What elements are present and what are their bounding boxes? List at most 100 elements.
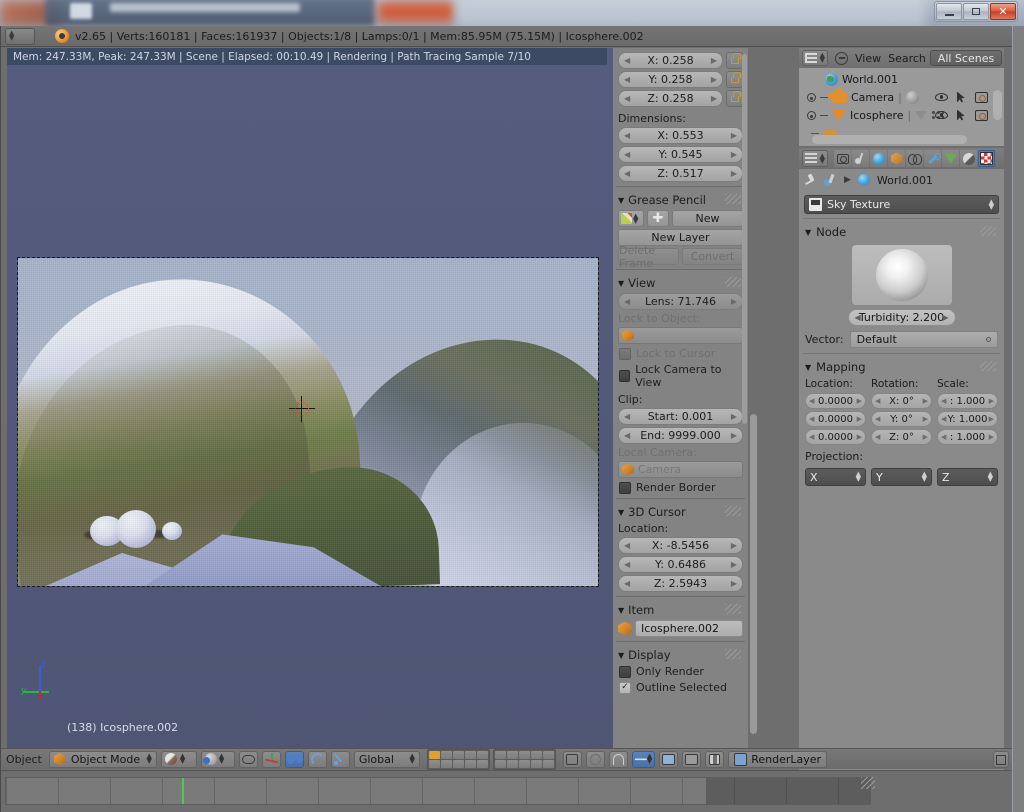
layer-cell[interactable] xyxy=(530,759,542,768)
layer-group-second[interactable] xyxy=(492,748,556,770)
layer-cell[interactable] xyxy=(518,750,530,759)
increment-arrow-icon[interactable]: ▶ xyxy=(711,94,717,103)
viewport-shading-select[interactable]: ▲ ▼ xyxy=(160,750,197,768)
increment-arrow-icon[interactable]: ▶ xyxy=(857,415,862,423)
decrement-arrow-icon[interactable]: ◀ xyxy=(875,415,880,423)
snap-element-select[interactable]: ▲ ▼ xyxy=(631,750,656,768)
dimension-x-field[interactable]: ◀ X: 0.553 ▶ xyxy=(618,127,743,144)
grease-pencil-browse-button[interactable]: ▲ ▼ xyxy=(618,210,644,227)
location-z-field[interactable]: ◀ 0.0000 ▶ xyxy=(805,429,866,445)
decrement-arrow-icon[interactable]: ◀ xyxy=(809,415,814,423)
local-camera-field[interactable]: Camera xyxy=(618,461,743,478)
increment-arrow-icon[interactable]: ▶ xyxy=(731,560,737,569)
texture-paint-button[interactable] xyxy=(585,750,605,768)
maximize-button[interactable] xyxy=(963,3,989,20)
timeline-editor[interactable] xyxy=(1,770,1013,812)
collapse-all-button[interactable] xyxy=(835,51,848,65)
decrement-arrow-icon[interactable]: ◀ xyxy=(809,433,814,441)
close-button[interactable]: ✕ xyxy=(990,3,1016,20)
camera-render-icon[interactable] xyxy=(975,91,988,103)
outline-selected-checkbox[interactable]: ✓ xyxy=(619,681,631,694)
datablock-spinner-icon[interactable]: ▲ ▼ xyxy=(989,198,994,210)
increment-arrow-icon[interactable]: ▶ xyxy=(942,313,948,322)
expand-toggle-icon[interactable] xyxy=(807,110,816,120)
pivot-point-select[interactable]: ▲ ▼ xyxy=(200,750,235,768)
pin-icon[interactable] xyxy=(805,174,817,187)
grease-pencil-add-button[interactable]: ✚ xyxy=(647,210,669,227)
increment-arrow-icon[interactable]: ▶ xyxy=(989,415,994,423)
increment-arrow-icon[interactable]: ▶ xyxy=(711,56,717,65)
decrement-arrow-icon[interactable]: ◀ xyxy=(875,433,880,441)
layer-cell[interactable] xyxy=(494,750,506,759)
decrement-arrow-icon[interactable]: ◀ xyxy=(624,579,630,588)
timeline-playhead[interactable] xyxy=(182,778,184,804)
npanel-scrollbar-thumb[interactable] xyxy=(742,54,747,424)
decrement-arrow-icon[interactable]: ◀ xyxy=(624,169,630,178)
increment-arrow-icon[interactable]: ▶ xyxy=(711,75,717,84)
location-y-field[interactable]: ◀ 0.0000 ▶ xyxy=(805,411,866,427)
camera-render-icon[interactable] xyxy=(975,109,988,121)
3d-cursor-panel-header[interactable]: ▼ 3D Cursor xyxy=(618,505,743,519)
increment-arrow-icon[interactable]: ▶ xyxy=(857,433,862,441)
delete-frame-button[interactable]: Delete Frame xyxy=(618,244,679,270)
grease-pencil-panel-header[interactable]: ▼ Grease Pencil xyxy=(618,193,743,207)
3d-viewport[interactable]: z y (138) Icosphere.002 xyxy=(7,48,613,748)
decrement-arrow-icon[interactable]: ◀ xyxy=(624,56,630,65)
outliner-display-mode-select[interactable]: All Scenes xyxy=(930,50,1002,66)
cursor-arrow-icon[interactable] xyxy=(957,109,965,121)
mapping-panel-header[interactable]: ▼ Mapping xyxy=(805,360,998,374)
timeline-corner-grip[interactable] xyxy=(861,777,875,789)
tab-scene[interactable] xyxy=(852,150,869,167)
scale-y-field[interactable]: ◀ Y: 1.000 ▶ xyxy=(937,411,998,427)
layer-cell[interactable] xyxy=(530,750,542,759)
scrollbar-thumb[interactable] xyxy=(750,414,757,734)
increment-arrow-icon[interactable]: ▶ xyxy=(731,169,737,178)
rotation-x-field[interactable]: ◀ X: 0° ▶ xyxy=(871,393,932,409)
opengl-render-animation-button[interactable] xyxy=(682,750,702,768)
clip-end-field[interactable]: ◀ End: 9999.000 ▶ xyxy=(618,427,743,444)
increment-arrow-icon[interactable]: ▶ xyxy=(731,412,737,421)
layer-cell[interactable] xyxy=(506,750,518,759)
only-render-row[interactable]: Only Render xyxy=(619,665,742,678)
increment-arrow-icon[interactable]: ▶ xyxy=(731,431,737,440)
timeline-track[interactable] xyxy=(5,777,871,805)
turbidity-slider[interactable]: ◀ Turbidity: 2.200 ▶ xyxy=(847,309,956,326)
decrement-arrow-icon[interactable]: ◀ xyxy=(624,541,630,550)
outliner-row-world[interactable]: World.001 xyxy=(799,70,1004,88)
proportional-edit-toggle[interactable] xyxy=(238,750,258,768)
rotation-z-field[interactable]: ◀ Z: 0° ▶ xyxy=(871,429,932,445)
layer-cell[interactable] xyxy=(428,759,440,768)
decrement-arrow-icon[interactable]: ◀ xyxy=(624,412,630,421)
grease-pencil-new-button[interactable]: New xyxy=(672,210,743,227)
convert-button[interactable]: Convert xyxy=(682,248,743,265)
outliner-hscroll-thumb[interactable] xyxy=(812,135,967,144)
layer-cell[interactable] xyxy=(518,759,530,768)
rotate-manipulator-button[interactable] xyxy=(307,750,327,768)
save-buffer-button[interactable] xyxy=(993,751,1009,768)
tab-constraints[interactable] xyxy=(906,150,923,167)
lock-layers-button[interactable] xyxy=(562,750,582,768)
projection-y-select[interactable]: Y ▲ ▼ xyxy=(871,468,932,486)
decrement-arrow-icon[interactable]: ◀ xyxy=(941,415,946,423)
eye-icon[interactable] xyxy=(935,111,948,119)
increment-arrow-icon[interactable]: ▶ xyxy=(731,297,737,306)
snap-magnet-button[interactable] xyxy=(608,750,628,768)
properties-editor-type-selector[interactable]: ▲ ▼ xyxy=(802,150,828,167)
increment-arrow-icon[interactable]: ▶ xyxy=(923,415,928,423)
cursor-arrow-icon[interactable] xyxy=(957,91,965,103)
outliner-row-camera[interactable]: Camera | xyxy=(799,87,1004,106)
expand-toggle-icon[interactable] xyxy=(807,92,816,102)
layer-cell[interactable] xyxy=(542,750,554,759)
node-panel-header[interactable]: ▼ Node xyxy=(805,225,998,239)
scale-manipulator-button[interactable] xyxy=(330,750,350,768)
vector-dropdown[interactable]: Default xyxy=(849,331,998,348)
decrement-arrow-icon[interactable]: ◀ xyxy=(855,313,861,322)
lock-camera-to-view-row[interactable]: Lock Camera to View xyxy=(619,363,742,389)
outliner-row-icosphere[interactable]: Icosphere | xyxy=(799,106,1004,124)
increment-arrow-icon[interactable]: ▶ xyxy=(731,131,737,140)
layer-group-first[interactable] xyxy=(426,748,490,770)
interaction-mode-select[interactable]: Object Mode ▲ ▼ xyxy=(48,750,157,768)
outline-selected-row[interactable]: ✓ Outline Selected xyxy=(619,681,742,694)
projection-x-select[interactable]: X ▲ ▼ xyxy=(805,468,866,486)
rotation-y-field[interactable]: ◀ Y: 0° ▶ xyxy=(871,411,932,427)
